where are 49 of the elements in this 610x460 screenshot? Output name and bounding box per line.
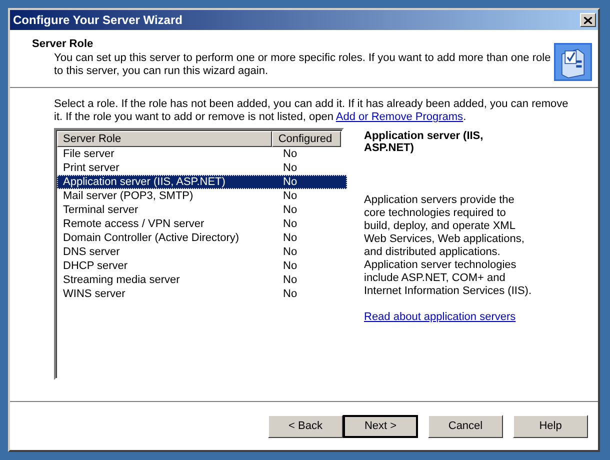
configured-status: No — [282, 147, 298, 161]
configured-status: No — [282, 175, 298, 189]
role-name: Mail server (POP3, SMTP) — [62, 189, 194, 203]
role-name: Print server — [62, 161, 120, 175]
close-button[interactable] — [580, 13, 596, 27]
page-heading: Server Role — [32, 38, 94, 50]
role-name: Domain Controller (Active Directory) — [62, 231, 240, 245]
column-header[interactable]: Configured — [272, 131, 341, 147]
role-name: Streaming media server — [62, 273, 181, 287]
configured-status: No — [282, 231, 298, 245]
role-name: Terminal server — [62, 203, 140, 217]
configured-status: No — [282, 245, 298, 259]
wizard-button[interactable]: < Back — [268, 414, 343, 438]
role-name: WINS server — [62, 287, 126, 301]
role-name: DHCP server — [62, 259, 129, 273]
role-description: Application servers provide the core technologies required to build, deploy, and operate XML Web Services, Web applications, and distributed applications. Application server technologies include ASP.NET, COM+ and Internet Information Services (IIS). — [364, 194, 533, 298]
role-row[interactable]: Application server (IIS, ASP.NET) No — [57, 175, 347, 189]
role-name: Remote access / VPN server — [62, 217, 206, 231]
configured-status: No — [282, 161, 298, 175]
wizard-button[interactable]: Help — [513, 414, 588, 438]
column-header[interactable]: Server Role — [57, 131, 272, 147]
role-row[interactable]: Domain Controller (Active Directory) No — [57, 231, 347, 245]
configured-status: No — [282, 287, 298, 301]
role-row[interactable]: DHCP server No — [57, 259, 347, 273]
role-row[interactable]: Print server No — [57, 161, 347, 175]
role-row[interactable]: Terminal server No — [57, 203, 347, 217]
instruction-text: Select a role. If the role has not been added, you can add it. If it has already been added, you can remove it. If the role you want to add or remove is not listed, open Add or Remove Programs. — [54, 98, 570, 124]
configured-status: No — [282, 189, 298, 203]
wizard-button[interactable]: Next > — [343, 414, 418, 438]
role-name: File server — [62, 147, 116, 161]
role-row[interactable]: File server No — [57, 147, 347, 161]
configured-status: No — [282, 259, 298, 273]
role-name: DNS server — [62, 245, 121, 259]
window-title: Configure Your Server Wizard — [13, 13, 182, 27]
role-row[interactable]: Remote access / VPN server No — [57, 217, 347, 231]
role-row[interactable]: Streaming media server No — [57, 273, 347, 287]
read-more-link[interactable]: Read about application servers — [364, 311, 516, 323]
add-remove-programs-link[interactable]: Add or Remove Programs — [336, 111, 464, 123]
wizard-button[interactable]: Cancel — [428, 414, 503, 438]
role-row[interactable]: Mail server (POP3, SMTP) No — [57, 189, 347, 203]
role-row[interactable]: DNS server No — [57, 245, 347, 259]
configured-status: No — [282, 217, 298, 231]
configured-status: No — [282, 273, 298, 287]
configured-status: No — [282, 203, 298, 217]
role-title: Application server (IIS, ASP.NET) — [364, 130, 484, 154]
page-description: You can set up this server to perform one or more specific roles. If you want to add more than one role to this server, you can run this wizard again. — [53, 52, 552, 78]
role-row[interactable]: WINS server No — [57, 287, 347, 301]
role-name: Application server (IIS, ASP.NET) — [62, 175, 226, 189]
close-icon — [584, 16, 592, 24]
